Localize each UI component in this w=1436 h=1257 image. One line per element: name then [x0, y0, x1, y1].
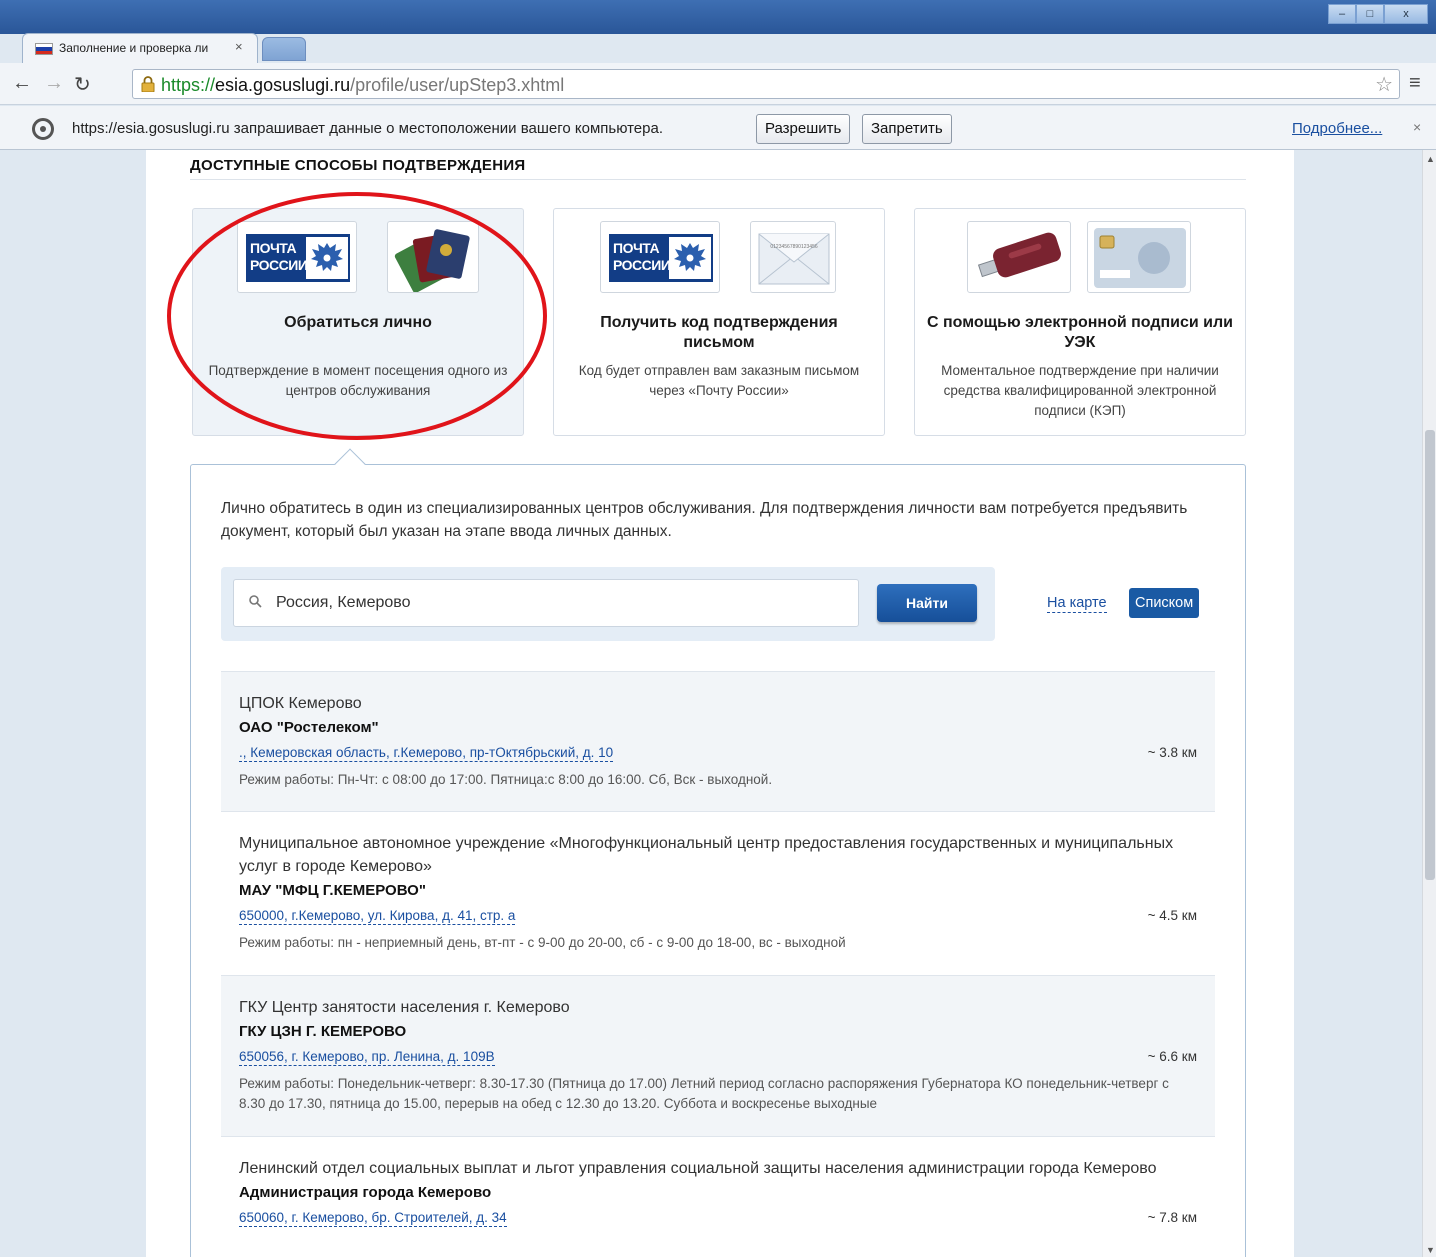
list-item[interactable]: ГКУ Центр занятости населения г. Кемеров… [221, 975, 1215, 1136]
card-title: С помощью электронной подписи или УЭК [926, 314, 1234, 351]
result-hours: Режим работы: Понедельник-четверг: 8.30-… [239, 1076, 1169, 1111]
window-titlebar: – □ x [0, 0, 1436, 34]
search-icon [249, 595, 262, 608]
method-card-letter[interactable]: ПОЧТА РОССИИ 01234567890123456 Получить … [553, 208, 885, 436]
eagle-emblem-icon [669, 237, 711, 279]
browser-tab-active[interactable]: Заполнение и проверка ли × [22, 33, 258, 63]
result-org: МАУ "МФЦ Г.КЕМЕРОВО" [239, 882, 426, 899]
infobar-close-icon[interactable]: × [1413, 119, 1421, 135]
back-arrow-icon[interactable]: ← [12, 72, 32, 95]
result-hours: Режим работы: пн - неприемный день, вт-п… [239, 935, 846, 950]
result-title: Муниципальное автономное учреждение «Мно… [239, 835, 1174, 875]
pochta-logo-box: ПОЧТА РОССИИ [600, 221, 720, 293]
result-title: ЦПОК Кемерово [239, 695, 362, 712]
url-text: https://esia.gosuslugi.ru/profile/user/u… [161, 75, 565, 95]
panel-intro-text: Лично обратитесь в один из специализиров… [221, 500, 1188, 540]
result-title: ГКУ Центр занятости населения г. Кемеров… [239, 999, 570, 1016]
menu-icon[interactable]: ≡ [1409, 72, 1421, 95]
result-address-link[interactable]: 650000, г.Кемерово, ул. Кирова, д. 41, с… [239, 908, 516, 925]
close-window-button[interactable]: x [1384, 4, 1428, 24]
tab-title: Заполнение и проверка ли [59, 41, 209, 55]
maximize-button[interactable]: □ [1356, 4, 1384, 24]
main-content: ДОСТУПНЫЕ СПОСОБЫ ПОДТВЕРЖДЕНИЯ ПОЧТА РО… [146, 150, 1294, 1257]
forward-arrow-icon[interactable]: → [44, 72, 64, 95]
search-input[interactable]: Россия, Кемерово [233, 579, 859, 627]
section-divider [190, 179, 1246, 180]
window-controls: – □ x [1328, 4, 1428, 24]
address-bar[interactable]: https://esia.gosuslugi.ru/profile/user/u… [132, 69, 1400, 99]
panel-pointer [334, 448, 366, 480]
result-address-link[interactable]: ., Кемеровская область, г.Кемерово, пр-т… [239, 745, 614, 762]
usb-token-icon [967, 221, 1071, 293]
vertical-scrollbar[interactable]: ▲ ▼ [1422, 150, 1436, 1257]
section-title: ДОСТУПНЫЕ СПОСОБЫ ПОДТВЕРЖДЕНИЯ [190, 157, 526, 174]
russian-flag-icon [35, 43, 53, 55]
search-value: Россия, Кемерово [276, 594, 411, 611]
result-address-link[interactable]: 650060, г. Кемерово, бр. Строителей, д. … [239, 1210, 507, 1227]
geolocation-infobar: https://esia.gosuslugi.ru запрашивает да… [0, 106, 1436, 150]
browser-toolbar: ← → ↻ https://esia.gosuslugi.ru/profile/… [0, 63, 1436, 105]
list-item[interactable]: ЦПОК Кемерово ОАО "Ростелеком" ., Кемеро… [221, 671, 1215, 811]
minimize-button[interactable]: – [1328, 4, 1356, 24]
card-description: Моментальное подтверждение при наличии с… [941, 363, 1219, 418]
uek-card-icon [1087, 221, 1191, 293]
card-title: Получить код подтверждения письмом [600, 314, 838, 351]
result-distance: ~ 4.5 км [1147, 908, 1197, 923]
results-list: ЦПОК Кемерово ОАО "Ростелеком" ., Кемеро… [221, 671, 1215, 1257]
result-distance: ~ 7.8 км [1147, 1210, 1197, 1225]
location-target-icon [32, 118, 54, 140]
result-distance: ~ 3.8 км [1147, 745, 1197, 760]
envelope-icon: 01234567890123456 [750, 221, 836, 293]
find-button[interactable]: Найти [877, 584, 977, 622]
result-org: ГКУ ЦЗН Г. КЕМЕРОВО [239, 1023, 407, 1040]
in-person-panel: Лично обратитесь в один из специализиров… [190, 448, 1246, 1257]
result-org: ОАО "Ростелеком" [239, 719, 379, 736]
result-address-link[interactable]: 650056, г. Кемерово, пр. Ленина, д. 109В [239, 1049, 495, 1066]
tab-close-icon[interactable]: × [235, 39, 243, 54]
scroll-down-arrow-icon[interactable]: ▼ [1426, 1245, 1435, 1255]
new-tab-button[interactable] [262, 37, 306, 61]
search-area: Россия, Кемерово Найти [221, 567, 995, 641]
card-description: Код будет отправлен вам заказным письмом… [578, 363, 860, 398]
learn-more-link[interactable]: Подробнее... [1292, 120, 1382, 137]
view-as-list-button[interactable]: Списком [1129, 588, 1200, 618]
list-item[interactable]: Муниципальное автономное учреждение «Мно… [221, 811, 1215, 975]
view-on-map-link[interactable]: На карте [1047, 595, 1107, 613]
scroll-up-arrow-icon[interactable]: ▲ [1426, 154, 1435, 164]
lock-icon [141, 76, 155, 92]
infobar-message: https://esia.gosuslugi.ru запрашивает да… [72, 120, 664, 137]
bookmark-star-icon[interactable]: ☆ [1375, 72, 1393, 97]
reload-icon[interactable]: ↻ [74, 72, 91, 97]
list-item[interactable]: Ленинский отдел социальных выплат и льго… [221, 1136, 1215, 1257]
pochta-rossii-logo: ПОЧТА РОССИИ [609, 234, 713, 282]
allow-button[interactable]: Разрешить [756, 114, 851, 144]
result-org: Администрация города Кемерово [239, 1184, 492, 1201]
result-title: Ленинский отдел социальных выплат и льго… [239, 1160, 1157, 1177]
result-distance: ~ 6.6 км [1147, 1049, 1197, 1064]
annotation-circle [167, 192, 547, 440]
result-hours: Режим работы: Пн-Чт: с 08:00 до 17:00. П… [239, 772, 773, 787]
method-card-e-signature[interactable]: С помощью электронной подписи или УЭК Мо… [914, 208, 1246, 436]
scroll-thumb[interactable] [1425, 430, 1435, 880]
deny-button[interactable]: Запретить [862, 114, 952, 144]
